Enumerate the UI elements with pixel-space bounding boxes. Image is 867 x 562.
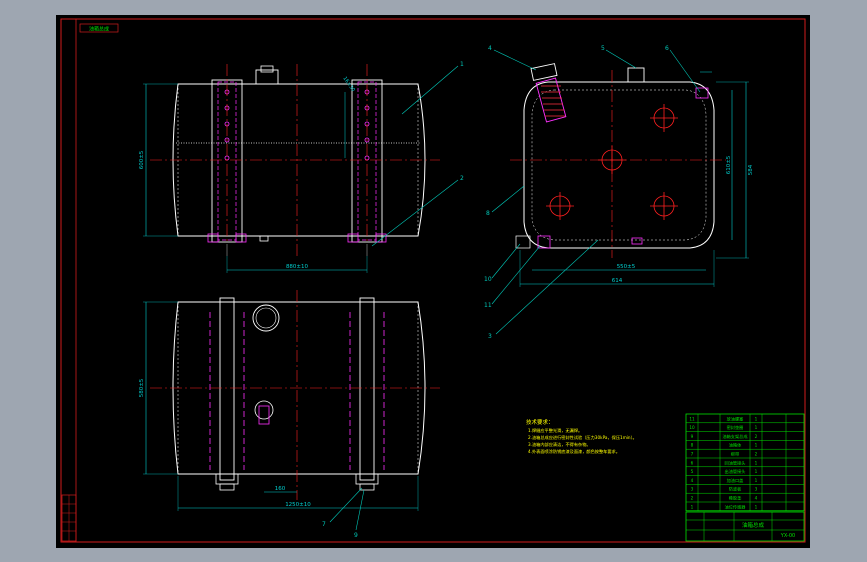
parts-cell: 1	[755, 425, 758, 430]
bottom-callout-7: 7	[322, 521, 326, 528]
side-callout-5: 5	[601, 45, 605, 52]
side-callout-4: 4	[488, 45, 492, 52]
parts-cell: 10	[689, 425, 695, 430]
side-callout-6: 6	[665, 45, 669, 52]
parts-cell: 1	[755, 443, 758, 448]
bottom-dim-length: 1250±10	[285, 502, 311, 508]
bottom-dim-height: 580±5	[139, 378, 145, 397]
parts-cell: 4	[755, 496, 758, 501]
title-block-name: 油箱总成	[742, 521, 765, 529]
side-dim-inner-height: 610±5	[726, 155, 732, 174]
notes-line-2: 2.油箱总成应进行密封性试验（压力30kPa，保压1min）。	[528, 434, 637, 441]
parts-cell: 6	[691, 460, 694, 465]
front-callout-1: 1	[460, 61, 464, 68]
side-callout-8: 8	[486, 210, 490, 217]
notes-line-1: 1.焊缝应平整光滑，无漏焊。	[528, 427, 582, 434]
side-callout-10: 10	[484, 276, 492, 283]
parts-cell: 绑带	[731, 451, 739, 458]
parts-cell: 防波板	[729, 486, 742, 493]
notes-line-3: 3.油箱内部应清洁，不得有杂物。	[528, 441, 591, 448]
drawing-paper	[56, 15, 810, 548]
parts-cell: 油箱体	[729, 442, 742, 449]
parts-cell: 油位传感器	[725, 503, 747, 510]
side-callout-11: 11	[484, 302, 492, 309]
parts-cell: 1	[755, 469, 758, 474]
parts-cell: 11	[689, 416, 695, 421]
cad-drawing: 油箱总成 600±5 880±10 16×30 1 2 580±5 160 12…	[56, 15, 810, 548]
parts-cell: 3	[755, 487, 758, 492]
parts-cell: 1	[755, 504, 758, 509]
parts-cell: 2	[755, 434, 758, 439]
bottom-callout-9: 9	[354, 532, 358, 539]
parts-cell: 7	[691, 452, 694, 457]
side-callout-3: 3	[488, 333, 492, 340]
parts-cell: 1	[755, 416, 758, 421]
parts-cell: 密封垫圈	[727, 424, 744, 431]
parts-cell: 回油管接头	[725, 459, 746, 466]
front-dim-spacing: 880±10	[286, 264, 309, 270]
parts-cell: 5	[691, 469, 694, 474]
parts-cell: 9	[691, 434, 694, 439]
title-block-number: YX-00	[780, 533, 795, 539]
parts-cell: 4	[691, 478, 694, 483]
side-dim-height: 584	[748, 164, 754, 175]
notes-line-4: 4.外表面喷涂防锈底漆及面漆，颜色按整车要求。	[528, 448, 620, 455]
parts-cell: 油箱支架总成	[722, 433, 747, 440]
parts-cell: 放油螺塞	[727, 415, 745, 422]
parts-cell: 加油口盖	[727, 477, 744, 484]
parts-cell: 1	[691, 504, 694, 509]
parts-cell: 3	[691, 487, 694, 492]
parts-cell: 2	[755, 452, 758, 457]
front-dim-height: 600±5	[139, 150, 145, 169]
bottom-dim-offset: 160	[275, 486, 286, 492]
parts-cell: 1	[755, 460, 758, 465]
side-dim-width: 550±5	[617, 264, 636, 270]
parts-cell: 8	[691, 443, 694, 448]
front-callout-2: 2	[460, 175, 464, 182]
title-tag: 油箱总成	[89, 26, 109, 33]
parts-cell: 出油管接头	[725, 468, 746, 475]
parts-cell: 1	[755, 478, 758, 483]
parts-cell: 2	[691, 496, 694, 501]
parts-cell: 橡胶垫	[729, 495, 742, 502]
notes-heading: 技术要求：	[526, 418, 554, 426]
side-dim-overall-width: 614	[612, 278, 623, 284]
